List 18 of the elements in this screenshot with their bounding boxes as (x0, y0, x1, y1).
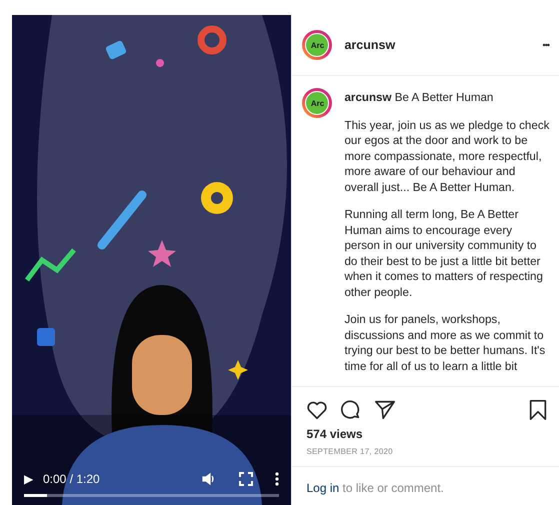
login-link[interactable]: Log in (306, 481, 340, 495)
bookmark-icon[interactable] (527, 399, 549, 421)
caption-title: arcunsw Be A Better Human (344, 90, 494, 106)
play-button[interactable]: ▶ (24, 472, 33, 486)
more-options-icon[interactable] (275, 472, 280, 486)
more-button[interactable]: ••• (542, 40, 549, 50)
fullscreen-icon[interactable] (239, 472, 254, 486)
username[interactable]: arcunsw (344, 38, 531, 52)
caption-paragraph: Join us for panels, workshops, discussions and more as we commit to trying our best to be better humans. It's time for all of us to learn a little bit (344, 312, 546, 374)
view-count: 574 views (305, 426, 364, 443)
progress-bar[interactable] (24, 494, 280, 497)
send-icon[interactable] (374, 399, 396, 421)
heart-icon[interactable] (306, 399, 328, 421)
video-time: 0:00 / 1:20 (43, 472, 101, 486)
caption-paragraph: Running all term long, Be A Better Human aims to encourage every person in our university community to do their best to be just a little bit better when it comes to matters of respecting other people. (344, 207, 544, 300)
caption-paragraph: This year, join us as we pledge to check our egos at the door and work to be more compassionate, more respectful, more aware of our behaviour and overall just... Be A Better Human. (344, 118, 550, 195)
login-prompt: Log in to like or comment. (292, 466, 559, 505)
post-date: SEPTEMBER 17, 2020 (305, 446, 394, 458)
